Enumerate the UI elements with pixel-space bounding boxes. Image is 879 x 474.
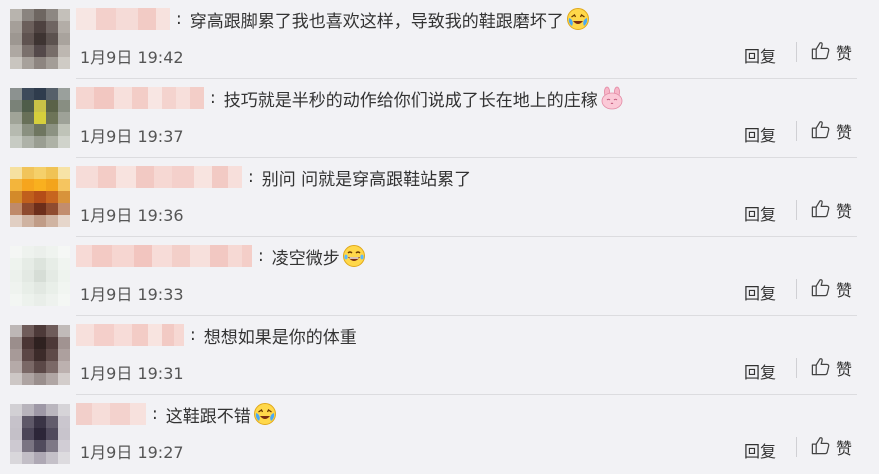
- name-colon: :: [190, 325, 196, 345]
- comment-text: 穿高跟脚累了我也喜欢这样，导致我的鞋跟磨坏了: [189, 11, 564, 32]
- comment-text: 技巧就是半秒的动作给你们说成了长在地上的庄稼: [223, 90, 598, 111]
- reply-button[interactable]: 回复: [744, 359, 776, 383]
- comment-text: 想想如果是你的体重: [203, 327, 357, 348]
- reply-button[interactable]: 回复: [744, 43, 776, 67]
- comment-body: : 技巧就是半秒的动作给你们说成了长在地上的庄稼: [76, 85, 624, 111]
- comment-body: : 想想如果是你的体重: [76, 322, 357, 348]
- like-label: 赞: [836, 360, 853, 379]
- thumbs-up-icon: [810, 119, 836, 144]
- comment-item: : 想想如果是你的体重 1月9日 19:31 回复 赞: [0, 316, 879, 395]
- comment-timestamp: 1月9日 19:31: [80, 364, 184, 383]
- like-label: 赞: [836, 123, 853, 142]
- thumbs-up-icon: [810, 356, 836, 381]
- like-button[interactable]: 赞: [810, 199, 852, 221]
- action-divider: [796, 42, 797, 62]
- like-label: 赞: [836, 202, 853, 221]
- action-divider: [796, 437, 797, 457]
- like-label: 赞: [836, 439, 853, 458]
- comment-body: : 这鞋跟不错: [76, 401, 277, 427]
- comment-item: : 别问 问就是穿高跟鞋站累了 1月9日 19:36 回复 赞: [0, 158, 879, 237]
- comment-body: : 别问 问就是穿高跟鞋站累了: [76, 164, 471, 190]
- comment-item: : 这鞋跟不错 1月9日 19:27 回复 赞: [0, 395, 879, 474]
- laughing-crying-emoji-icon: [566, 7, 590, 31]
- action-divider: [796, 358, 797, 378]
- name-colon: :: [152, 404, 158, 424]
- like-label: 赞: [836, 44, 853, 63]
- comment-timestamp: 1月9日 19:36: [80, 206, 184, 225]
- action-divider: [796, 279, 797, 299]
- username-redacted[interactable]: [76, 87, 204, 109]
- name-colon: :: [248, 167, 254, 187]
- comment-item: : 凌空微步 1月9日 19:33 回复 赞: [0, 237, 879, 316]
- avatar[interactable]: [10, 9, 70, 69]
- comment-text: 这鞋跟不错: [165, 406, 251, 427]
- username-redacted[interactable]: [76, 403, 146, 425]
- avatar[interactable]: [10, 325, 70, 385]
- action-divider: [796, 200, 797, 220]
- thumbs-up-icon: [810, 40, 836, 65]
- username-redacted[interactable]: [76, 166, 242, 188]
- like-button[interactable]: 赞: [810, 120, 852, 142]
- pink-bunny-emoji-icon: [600, 86, 624, 110]
- avatar[interactable]: [10, 88, 70, 148]
- comment-list: : 穿高跟脚累了我也喜欢这样，导致我的鞋跟磨坏了 1月9日 19:42 回复赞: 技巧就…: [0, 0, 879, 468]
- avatar[interactable]: [10, 404, 70, 464]
- name-colon: :: [258, 246, 264, 266]
- like-button[interactable]: 赞: [810, 41, 852, 63]
- avatar[interactable]: [10, 167, 70, 227]
- like-label: 赞: [836, 281, 853, 300]
- comment-text: 凌空微步: [271, 248, 340, 269]
- like-button[interactable]: 赞: [810, 436, 852, 458]
- thumbs-up-icon: [810, 277, 836, 302]
- comment-body: : 凌空微步: [76, 243, 366, 269]
- username-redacted[interactable]: [76, 8, 170, 30]
- laughing-crying-emoji-icon: [253, 402, 277, 426]
- reply-button[interactable]: 回复: [744, 122, 776, 146]
- comment-timestamp: 1月9日 19:27: [80, 443, 184, 462]
- comment-timestamp: 1月9日 19:42: [80, 48, 184, 67]
- avatar[interactable]: [10, 246, 70, 306]
- comment-timestamp: 1月9日 19:37: [80, 127, 184, 146]
- name-colon: :: [176, 9, 182, 29]
- laughing-tears-emoji-icon: [342, 244, 366, 268]
- comment-item: : 穿高跟脚累了我也喜欢这样，导致我的鞋跟磨坏了 1月9日 19:42 回复 赞: [0, 0, 879, 79]
- username-redacted[interactable]: [76, 324, 184, 346]
- like-button[interactable]: 赞: [810, 357, 852, 379]
- comment-timestamp: 1月9日 19:33: [80, 285, 184, 304]
- comment-item: : 技巧就是半秒的动作给你们说成了长在地上的庄稼 1月9日 19:37 回复 赞: [0, 79, 879, 158]
- reply-button[interactable]: 回复: [744, 280, 776, 304]
- thumbs-up-icon: [810, 198, 836, 223]
- comment-text: 别问 问就是穿高跟鞋站累了: [261, 169, 472, 190]
- name-colon: :: [210, 88, 216, 108]
- comment-body: : 穿高跟脚累了我也喜欢这样，导致我的鞋跟磨坏了: [76, 6, 590, 32]
- action-divider: [796, 121, 797, 141]
- reply-button[interactable]: 回复: [744, 201, 776, 225]
- username-redacted[interactable]: [76, 245, 252, 267]
- like-button[interactable]: 赞: [810, 278, 852, 300]
- thumbs-up-icon: [810, 435, 836, 460]
- reply-button[interactable]: 回复: [744, 438, 776, 462]
